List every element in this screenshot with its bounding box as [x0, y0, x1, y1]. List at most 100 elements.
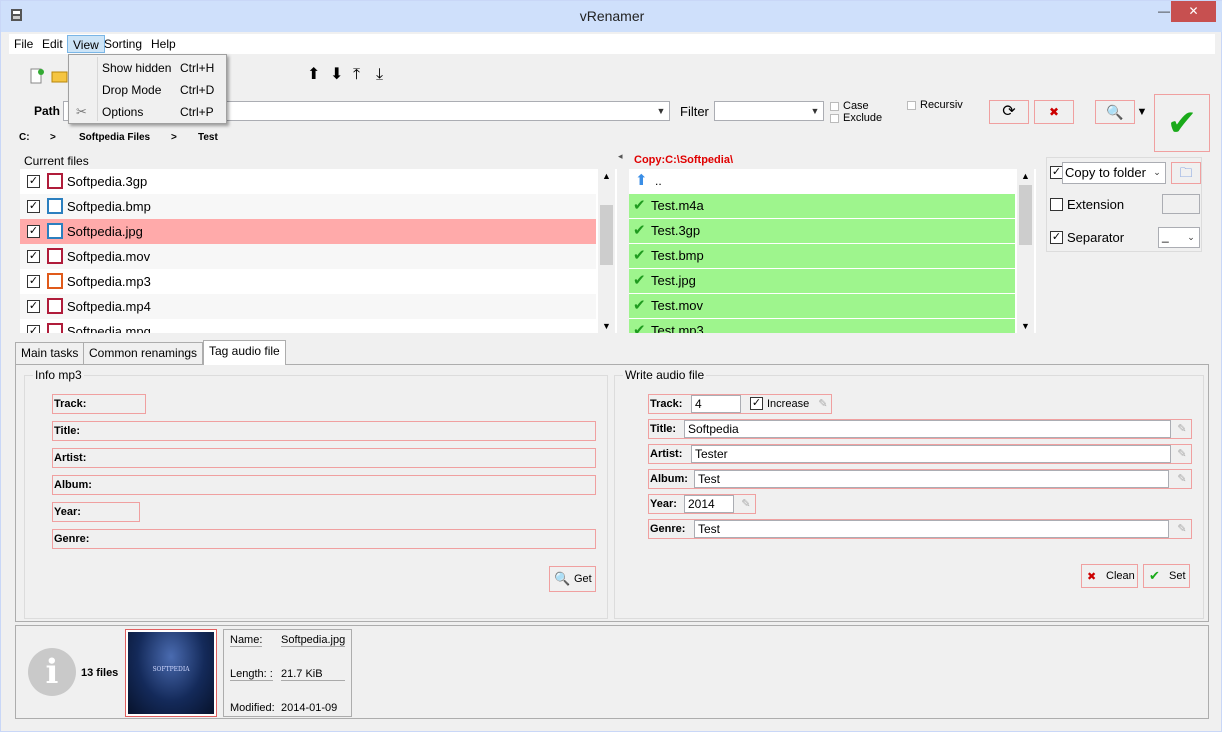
chevron-down-icon[interactable]: ▼ [653, 102, 669, 120]
move-up-icon[interactable]: ⬆ [307, 67, 323, 83]
apply-button[interactable]: ✔ [1154, 94, 1210, 152]
scroll-thumb[interactable] [1019, 185, 1032, 245]
file-checkbox[interactable]: ✓ [27, 175, 40, 188]
scroll-thumb[interactable] [600, 205, 613, 265]
recursiv-checkbox[interactable] [907, 101, 916, 110]
browse-folder-button[interactable]: 🗀 [1171, 162, 1201, 184]
move-down-icon[interactable]: ⬇ [330, 67, 346, 83]
copy-to-folder-combo[interactable]: Copy to folder ⌄ [1062, 162, 1166, 184]
current-files-scrollbar[interactable]: ▲ ▼ [598, 169, 615, 333]
exclude-checkbox[interactable] [830, 114, 839, 123]
scroll-up-icon[interactable]: ▲ [598, 171, 615, 181]
genre-label: Genre: [650, 523, 686, 535]
clear-button[interactable]: ✖ [1034, 100, 1074, 124]
year-input[interactable]: 2014 [684, 495, 734, 513]
tab-tag-audio-file[interactable]: Tag audio file [203, 340, 286, 365]
modified-value: 2014-01-09 [281, 702, 338, 714]
file-checkbox[interactable]: ✓ [27, 275, 40, 288]
separator-combo[interactable]: _ ⌄ [1158, 227, 1200, 248]
clean-button[interactable]: ✖ Clean [1081, 564, 1138, 588]
file-row[interactable]: ✓ Softpedia.bmp [20, 194, 596, 219]
scroll-up-icon[interactable]: ▲ [1017, 171, 1034, 181]
file-row[interactable]: ✓ Softpedia.mp4 [20, 294, 596, 319]
increase-checkbox[interactable]: ✓ [750, 397, 763, 410]
pencil-icon[interactable]: ✎ [738, 496, 754, 512]
menu-edit[interactable]: Edit [37, 35, 68, 53]
check-icon: ✔ [633, 247, 646, 264]
move-top-icon[interactable]: ⤒ [353, 67, 369, 83]
file-row[interactable]: ✓ Softpedia.mov [20, 244, 596, 269]
menu-sorting[interactable]: Sorting [99, 35, 147, 53]
video-file-icon [47, 173, 63, 189]
breadcrumb-folder-softpedia[interactable]: Softpedia Files [79, 132, 150, 143]
tab-main-tasks[interactable]: Main tasks [15, 342, 85, 364]
artist-input[interactable]: Tester [691, 445, 1171, 463]
modified-label: Modified: [230, 702, 275, 714]
track-input[interactable]: 4 [691, 395, 741, 413]
tab-common-renamings[interactable]: Common renamings [83, 342, 204, 364]
case-checkbox[interactable] [830, 102, 839, 111]
preview-row[interactable]: ✔ Test.3gp [629, 219, 1015, 243]
album-input[interactable]: Test [694, 470, 1169, 488]
extension-checkbox[interactable] [1050, 198, 1063, 211]
preview-dropdown-icon[interactable]: ▼ [1135, 102, 1149, 122]
preview-row[interactable]: ✔ Test.bmp [629, 244, 1015, 268]
scroll-down-icon[interactable]: ▼ [598, 321, 615, 331]
preview-row[interactable]: ✔ Test.mov [629, 294, 1015, 318]
set-button[interactable]: ✔ Set [1143, 564, 1190, 588]
drop-mode-label: Drop Mode [102, 83, 162, 97]
pencil-icon[interactable]: ✎ [1174, 471, 1190, 487]
preview-scrollbar[interactable]: ▲ ▼ [1017, 169, 1034, 333]
file-checkbox[interactable]: ✓ [27, 225, 40, 238]
parent-folder-row[interactable]: ⬆ .. [629, 169, 1015, 193]
file-row[interactable]: ✓ Softpedia.mpg [20, 319, 596, 333]
menu-file[interactable]: File [9, 35, 38, 53]
extension-input[interactable] [1162, 194, 1200, 214]
file-row[interactable]: ✓ Softpedia.jpg [20, 219, 596, 244]
current-files-list[interactable]: ✓ Softpedia.3gp ✓ Softpedia.bmp ✓ Softpedia.j… [20, 169, 617, 333]
new-file-icon[interactable] [28, 67, 46, 85]
preview-button[interactable]: 🔍 [1095, 100, 1135, 124]
pencil-icon[interactable]: ✎ [1174, 446, 1190, 462]
preview-row[interactable]: ✔ Test.jpg [629, 269, 1015, 293]
write-audio-group: Write audio file Track: 4 ✓ Increase ✎ T… [614, 368, 1204, 619]
preview-row[interactable]: ✔ Test.m4a [629, 194, 1015, 218]
file-row[interactable]: ✓ Softpedia.3gp [20, 169, 596, 194]
write-title-field: Title: Softpedia ✎ [648, 419, 1192, 439]
splitter-handle[interactable]: ◂ [618, 151, 626, 167]
file-checkbox[interactable]: ✓ [27, 325, 40, 333]
set-button-label: Set [1169, 570, 1186, 582]
pencil-icon[interactable]: ✎ [815, 396, 831, 412]
refresh-button[interactable]: ⟳ [989, 100, 1029, 124]
preview-row[interactable]: ✔ Test.mp3 [629, 319, 1015, 333]
filter-combo[interactable]: ▼ [714, 101, 824, 121]
menu-item-show-hidden[interactable]: Show hidden Ctrl+H [71, 57, 224, 79]
file-checkbox[interactable]: ✓ [27, 250, 40, 263]
menu-help[interactable]: Help [146, 35, 181, 53]
breadcrumb-drive[interactable]: C: [19, 132, 30, 143]
chevron-down-icon[interactable]: ▼ [807, 102, 823, 120]
show-hidden-shortcut: Ctrl+H [180, 61, 215, 75]
get-button[interactable]: 🔍 Get [549, 566, 596, 592]
separator-checkbox[interactable]: ✓ [1050, 231, 1063, 244]
pencil-icon[interactable]: ✎ [1174, 521, 1190, 537]
file-checkbox[interactable]: ✓ [27, 200, 40, 213]
magnifier-icon: 🔍 [554, 571, 571, 586]
close-button[interactable]: ✕ [1171, 1, 1216, 22]
file-checkbox[interactable]: ✓ [27, 300, 40, 313]
info-album-field: Album: [52, 475, 596, 495]
menu-item-drop-mode[interactable]: Drop Mode Ctrl+D [71, 79, 224, 101]
scroll-down-icon[interactable]: ▼ [1017, 321, 1034, 331]
title-input[interactable]: Softpedia [684, 420, 1171, 438]
file-row[interactable]: ✓ Softpedia.mp3 [20, 269, 596, 294]
breadcrumb-folder-test[interactable]: Test [198, 132, 218, 143]
chevron-down-icon[interactable]: ⌄ [1183, 228, 1199, 246]
menu-item-options[interactable]: ✂ Options Ctrl+P [71, 101, 224, 123]
genre-input[interactable]: Test [694, 520, 1169, 538]
clean-button-label: Clean [1106, 570, 1135, 582]
open-folder-icon[interactable] [51, 67, 69, 85]
move-bottom-icon[interactable]: ⤓ [376, 67, 392, 83]
chevron-down-icon[interactable]: ⌄ [1149, 163, 1165, 181]
preview-list[interactable]: ⬆ .. ✔ Test.m4a ✔ Test.3gp ✔ Test.bmp ✔ Test.jp… [629, 169, 1036, 333]
pencil-icon[interactable]: ✎ [1174, 421, 1190, 437]
